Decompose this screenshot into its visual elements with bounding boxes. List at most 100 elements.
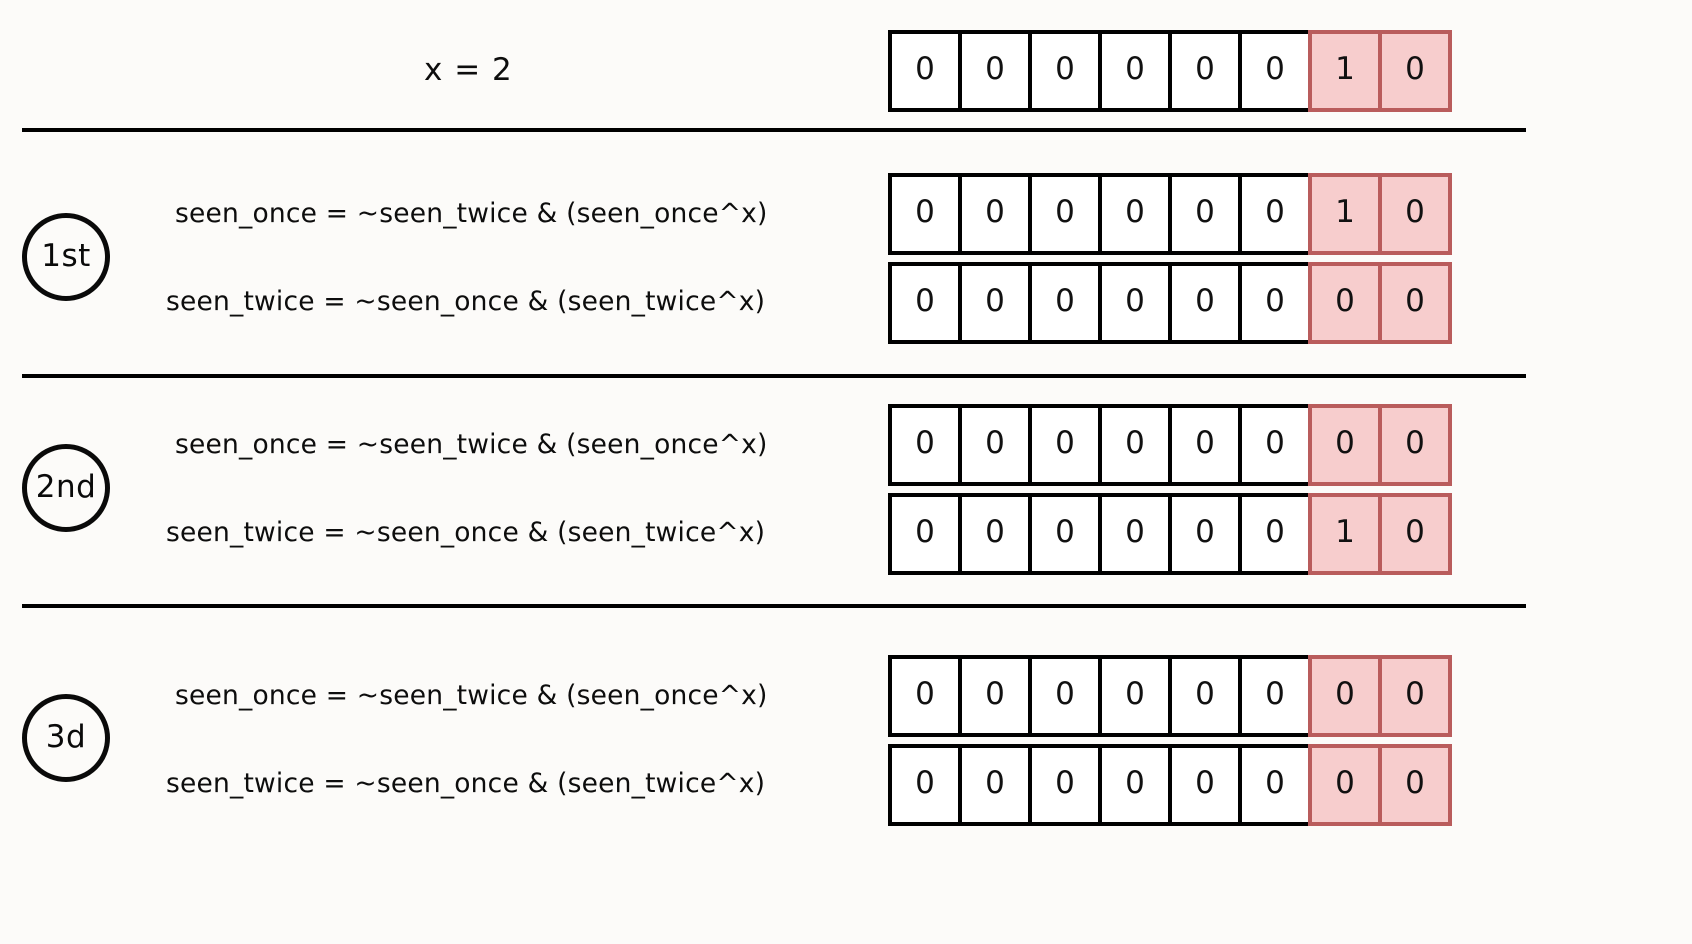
bit-value: 0 [915, 513, 935, 550]
bit-value: 1 [1335, 513, 1355, 550]
divider-3 [22, 604, 1526, 608]
bit-value: 0 [1195, 675, 1215, 712]
bit-value: 0 [915, 50, 935, 87]
bit-value: 0 [1125, 193, 1145, 230]
bit-value: 0 [985, 764, 1005, 801]
bit-value: 0 [1125, 282, 1145, 319]
divider-1 [22, 128, 1526, 132]
bit-value: 0 [1335, 424, 1355, 461]
bit-value: 0 [1195, 764, 1215, 801]
formula-seen-once-step1: seen_once = ~seen_twice & (seen_once^x) [175, 198, 768, 229]
bit-array-seen-once-step2: 0 0 0 0 0 0 0 0 [888, 404, 1452, 486]
bit-value: 0 [1335, 764, 1355, 801]
bit-cell: 0 [1378, 655, 1452, 737]
bit-cell: 0 [958, 404, 1032, 486]
bit-cell: 0 [888, 493, 962, 575]
bit-array-seen-once-step3: 0 0 0 0 0 0 0 0 [888, 655, 1452, 737]
diagram-canvas: x = 2 0 0 0 0 0 0 1 0 1st seen_once = ~seen_twi… [0, 0, 1692, 944]
bit-value: 0 [985, 50, 1005, 87]
divider-2 [22, 374, 1526, 378]
bit-value: 0 [1195, 50, 1215, 87]
bit-value: 0 [1195, 424, 1215, 461]
bit-value: 0 [1195, 282, 1215, 319]
bit-value: 0 [1125, 50, 1145, 87]
bit-value: 0 [1265, 193, 1285, 230]
step-badge-2nd: 2nd [22, 444, 110, 532]
bit-array-seen-once-step1: 0 0 0 0 0 0 1 0 [888, 173, 1452, 255]
bit-cell: 0 [888, 173, 962, 255]
bit-value: 0 [1265, 513, 1285, 550]
bit-value: 0 [1265, 282, 1285, 319]
bit-cell: 0 [1168, 173, 1242, 255]
bit-cell: 0 [1098, 655, 1172, 737]
bit-value: 0 [1125, 764, 1145, 801]
bit-cell: 0 [1168, 655, 1242, 737]
bit-value: 0 [1335, 675, 1355, 712]
bit-value: 0 [1125, 675, 1145, 712]
bit-cell: 0 [1378, 404, 1452, 486]
bit-cell: 0 [1308, 655, 1382, 737]
bit-cell: 0 [1028, 655, 1102, 737]
bit-cell: 0 [1168, 744, 1242, 826]
bit-cell: 0 [1238, 744, 1312, 826]
bit-cell: 0 [1308, 404, 1382, 486]
bit-value: 0 [985, 193, 1005, 230]
bit-cell: 0 [958, 744, 1032, 826]
bit-cell: 0 [888, 744, 962, 826]
bit-value: 1 [1335, 193, 1355, 230]
bit-value: 0 [1125, 424, 1145, 461]
bit-cell: 0 [1378, 173, 1452, 255]
bit-value: 0 [1265, 424, 1285, 461]
formula-seen-twice-step3: seen_twice = ~seen_once & (seen_twice^x) [166, 768, 766, 799]
bit-cell: 0 [1028, 173, 1102, 255]
bit-array-seen-twice-step2: 0 0 0 0 0 0 1 0 [888, 493, 1452, 575]
bit-cell: 0 [1028, 493, 1102, 575]
bit-value: 0 [985, 513, 1005, 550]
formula-seen-once-step2: seen_once = ~seen_twice & (seen_once^x) [175, 429, 768, 460]
bit-value: 0 [1265, 675, 1285, 712]
bit-cell: 0 [1238, 404, 1312, 486]
bit-value: 0 [1195, 193, 1215, 230]
bit-cell: 0 [1238, 30, 1312, 112]
bit-value: 0 [1265, 50, 1285, 87]
bit-cell: 0 [1168, 493, 1242, 575]
bit-cell: 0 [1028, 262, 1102, 344]
bit-cell: 0 [1098, 404, 1172, 486]
bit-value: 0 [915, 675, 935, 712]
bit-value: 0 [1265, 764, 1285, 801]
bit-cell: 0 [888, 404, 962, 486]
bit-cell: 0 [1238, 493, 1312, 575]
bit-value: 0 [915, 193, 935, 230]
bit-cell: 1 [1308, 30, 1382, 112]
bit-value: 0 [1055, 282, 1075, 319]
bit-cell: 0 [1098, 493, 1172, 575]
bit-value: 0 [1405, 764, 1425, 801]
bit-cell: 0 [1028, 30, 1102, 112]
bit-cell: 0 [958, 262, 1032, 344]
bit-cell: 0 [1308, 744, 1382, 826]
bit-value: 0 [1405, 424, 1425, 461]
bit-value: 0 [1405, 193, 1425, 230]
bit-value: 0 [1055, 513, 1075, 550]
bit-value: 0 [915, 424, 935, 461]
step-badge-1st: 1st [22, 213, 110, 301]
x-value-label: x = 2 [424, 52, 513, 88]
bit-value: 0 [985, 675, 1005, 712]
bit-cell: 0 [1378, 30, 1452, 112]
bit-cell: 0 [958, 173, 1032, 255]
bit-cell: 0 [888, 262, 962, 344]
bit-value: 0 [1405, 282, 1425, 319]
formula-seen-once-step3: seen_once = ~seen_twice & (seen_once^x) [175, 680, 768, 711]
bit-value: 0 [1055, 675, 1075, 712]
bit-cell: 0 [1378, 262, 1452, 344]
bit-value: 1 [1335, 50, 1355, 87]
step-badge-label: 3d [45, 718, 87, 755]
bit-cell: 1 [1308, 493, 1382, 575]
bit-cell: 0 [1238, 655, 1312, 737]
bit-array-seen-twice-step1: 0 0 0 0 0 0 0 0 [888, 262, 1452, 344]
bit-cell: 0 [1238, 262, 1312, 344]
formula-seen-twice-step2: seen_twice = ~seen_once & (seen_twice^x) [166, 517, 766, 548]
bit-value: 0 [1055, 764, 1075, 801]
bit-cell: 0 [1028, 404, 1102, 486]
bit-cell: 0 [1098, 173, 1172, 255]
